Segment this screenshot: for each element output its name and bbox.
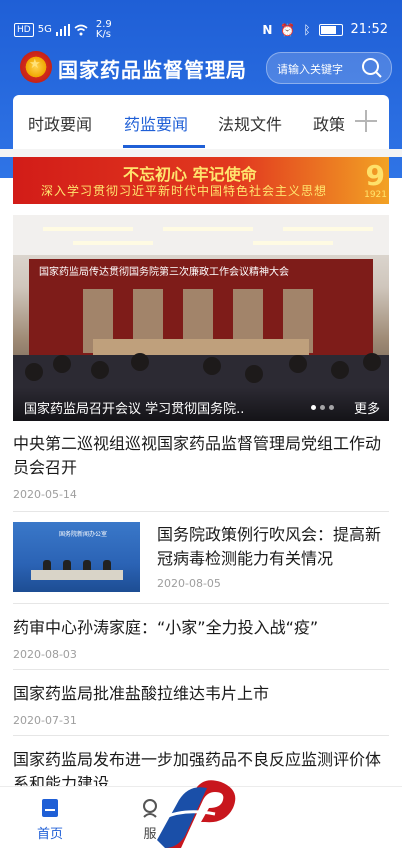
news-title[interactable]: 中央第二巡视组巡视国家药品监督管理局党组工作动员会召开: [13, 432, 389, 480]
speed-unit: K/s: [95, 29, 111, 40]
ceiling-light: [73, 241, 153, 245]
title-bar: 国家药品监督管理局 请输入关键字: [0, 44, 402, 92]
ceiling: [13, 215, 389, 255]
search-box[interactable]: 请输入关键字: [266, 52, 392, 84]
signal-icon: [55, 24, 70, 36]
hd-indicator: HD: [14, 23, 34, 37]
news-item[interactable]: 国务院政策例行吹风会：提高新冠病毒检测能力有关情况 2020-08-05: [157, 523, 389, 590]
status-time: 21:52: [350, 22, 388, 37]
divider: [13, 669, 389, 670]
nfc-icon: N: [262, 22, 273, 37]
divider: [13, 603, 389, 604]
tab-drug-news[interactable]: 药监要闻: [124, 111, 188, 135]
news-title[interactable]: 药审中心孙涛家庭：“小家”全力投入战“疫”: [13, 616, 389, 640]
news-item[interactable]: 国家药监局批准盐酸拉维达韦片上市 2020-07-31: [13, 682, 389, 727]
news-item[interactable]: 中央第二巡视组巡视国家药品监督管理局党组工作动员会召开 2020-05-14: [13, 432, 389, 501]
signal-type: 5G: [37, 24, 52, 35]
alarm-icon: ⏰: [280, 22, 296, 37]
thumbnail-caption: 国务院新闻办公室: [59, 531, 108, 538]
news-item[interactable]: 药审中心孙涛家庭：“小家”全力投入战“疫” 2020-08-03: [13, 616, 389, 661]
search-placeholder: 请输入关键字: [277, 63, 343, 76]
tab-regulations[interactable]: 法规文件: [218, 111, 282, 135]
ceiling-light: [283, 227, 373, 231]
nav-home[interactable]: 首页: [28, 797, 72, 842]
news-date: 2020-08-05: [157, 577, 221, 590]
tab-policy[interactable]: 政策: [313, 111, 345, 135]
separator: [0, 149, 402, 157]
status-bar: HD 5G 2.9 K/s N ⏰ ᛒ 21:52: [0, 0, 402, 44]
bluetooth-icon: ᛒ: [303, 22, 311, 37]
app-title: 国家药品监督管理局: [58, 58, 247, 82]
audience-member: [91, 361, 109, 379]
audience-member: [53, 355, 71, 373]
audience-member: [245, 365, 263, 383]
more-link[interactable]: 更多: [354, 398, 380, 417]
add-tab-icon[interactable]: [349, 104, 383, 138]
news-date: 2020-07-31: [13, 714, 77, 727]
tab-current-affairs[interactable]: 时政要闻: [28, 111, 92, 135]
home-icon: [42, 799, 58, 817]
carousel-caption[interactable]: 国家药监局召开会议 学习贯彻国务院..: [24, 398, 244, 417]
ceiling-light: [163, 227, 253, 231]
news-title[interactable]: 国家药监局批准盐酸拉维达韦片上市: [13, 682, 389, 706]
news-thumbnail[interactable]: 国务院新闻办公室: [13, 522, 140, 592]
active-tab-indicator: [123, 145, 205, 148]
audience-member: [25, 363, 43, 381]
banner-subline: 深入学习贯彻习近平新时代中国特色社会主义思想: [41, 184, 328, 198]
audience-member: [363, 353, 381, 371]
divider: [13, 735, 389, 736]
nav-home-label: 首页: [36, 827, 63, 842]
audience-member: [203, 357, 221, 375]
carousel-dots: [311, 405, 334, 410]
brand-logo-icon: [157, 780, 236, 848]
wifi-icon: [74, 24, 88, 36]
tab-bar: 时政要闻 药监要闻 法规文件 政策: [13, 95, 389, 149]
ceiling-light: [253, 241, 333, 245]
thumbnail-table: [31, 570, 123, 580]
news-date: 2020-08-03: [13, 648, 77, 661]
stage-banner-text: 国家药监局传达贯彻国务院第三次廉政工作会议精神大会: [39, 267, 289, 278]
search-icon[interactable]: [361, 57, 383, 79]
ceiling-light: [43, 227, 133, 231]
news-carousel[interactable]: 国家药监局传达贯彻国务院第三次廉政工作会议精神大会 国家药监局召开会议 学习贯彻…: [13, 215, 389, 421]
news-title[interactable]: 国务院政策例行吹风会：提高新冠病毒检测能力有关情况: [157, 523, 389, 571]
battery-icon: [318, 23, 343, 36]
national-emblem-icon: [20, 51, 52, 83]
news-date: 2020-05-14: [13, 488, 77, 501]
banner-number: 9: [365, 159, 385, 192]
audience-member: [289, 355, 307, 373]
promo-banner[interactable]: 不忘初心 牢记使命 深入学习贯彻习近平新时代中国特色社会主义思想 9 1921: [13, 157, 389, 204]
banner-year: 1921: [364, 190, 387, 200]
divider: [13, 511, 389, 512]
audience-member: [131, 353, 149, 371]
audience-member: [331, 361, 349, 379]
